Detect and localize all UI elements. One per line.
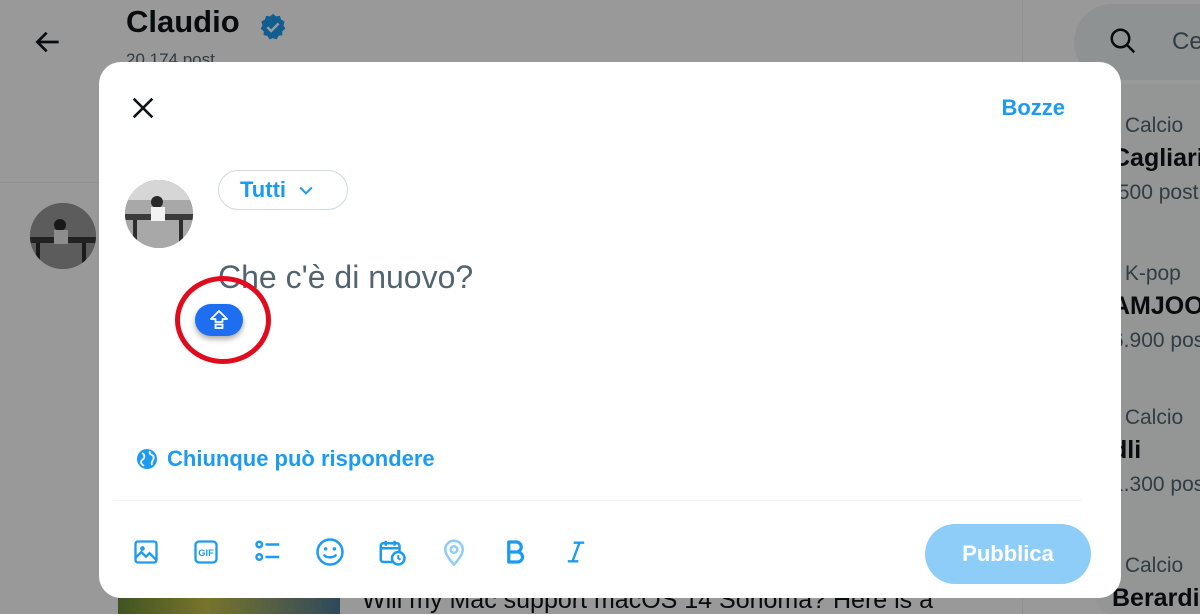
reply-permission-button[interactable]: Chiunque può rispondere bbox=[135, 446, 435, 472]
post-button[interactable]: Pubblica bbox=[925, 524, 1091, 584]
reply-permission-label: Chiunque può rispondere bbox=[167, 446, 435, 471]
compose-dialog: Bozze Tutti Chiunque può rispondere bbox=[99, 62, 1121, 598]
bold-icon[interactable] bbox=[499, 536, 531, 568]
divider bbox=[113, 500, 1081, 501]
upload-arrow-icon bbox=[210, 310, 228, 329]
audience-label: Tutti bbox=[240, 177, 287, 202]
italic-icon[interactable] bbox=[560, 536, 592, 568]
avatar[interactable] bbox=[125, 180, 193, 248]
chevron-down-icon bbox=[299, 186, 313, 195]
emoji-icon[interactable] bbox=[314, 536, 346, 568]
globe-icon bbox=[137, 449, 157, 469]
location-icon[interactable] bbox=[438, 536, 470, 568]
image-icon[interactable] bbox=[130, 536, 162, 568]
gif-icon[interactable]: GIF bbox=[190, 536, 222, 568]
poll-icon[interactable] bbox=[252, 536, 284, 568]
schedule-icon[interactable] bbox=[376, 536, 408, 568]
drafts-button[interactable]: Bozze bbox=[1001, 95, 1065, 121]
audience-selector[interactable]: Tutti bbox=[218, 170, 348, 210]
compose-textarea[interactable] bbox=[218, 255, 918, 299]
close-icon[interactable] bbox=[129, 94, 157, 122]
svg-text:GIF: GIF bbox=[198, 548, 214, 558]
upload-extension-button[interactable] bbox=[195, 304, 243, 336]
